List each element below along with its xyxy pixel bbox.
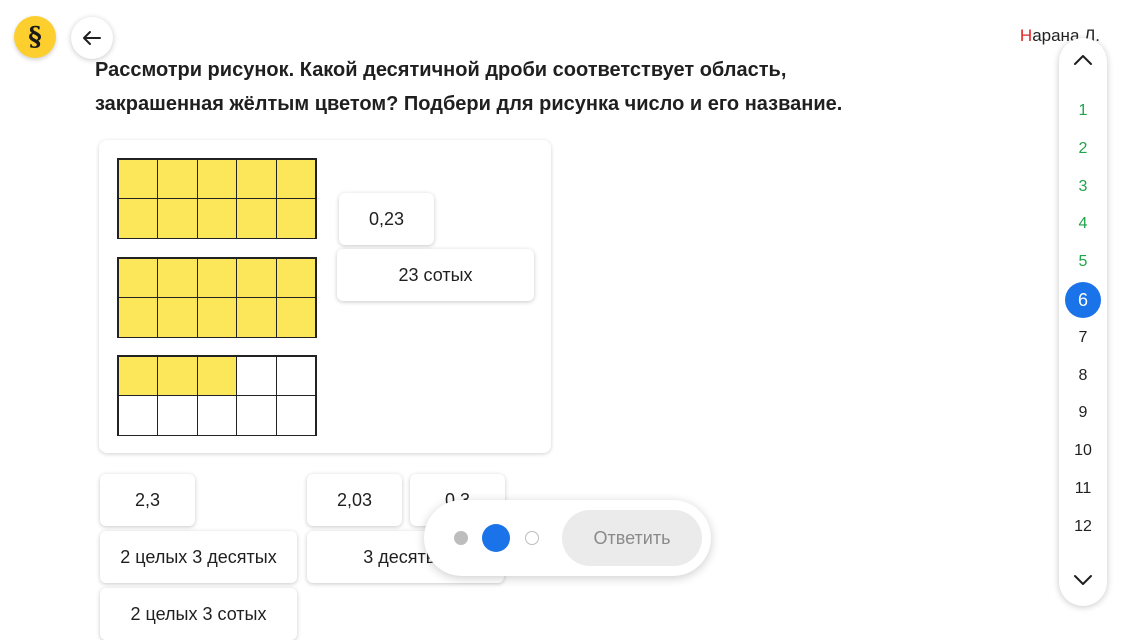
step-dot xyxy=(454,531,468,545)
arrow-left-icon xyxy=(83,31,101,45)
option-chip[interactable]: 2 целых 3 сотых xyxy=(100,588,297,640)
hundred-grid xyxy=(117,355,317,436)
grid-cell-filled xyxy=(196,355,238,396)
answer-bar: Ответить xyxy=(424,500,711,576)
chevron-down-icon xyxy=(1074,575,1092,585)
logo-glyph: § xyxy=(28,22,42,52)
grid-cell-empty xyxy=(275,395,317,436)
option-chip[interactable]: 2 целых 3 десятых xyxy=(100,531,297,583)
grid-cell-empty xyxy=(236,395,277,436)
submit-answer-button[interactable]: Ответить xyxy=(562,510,702,566)
grid-cell-filled xyxy=(236,297,277,338)
grid-cell-filled xyxy=(157,158,198,199)
grid-cell-filled xyxy=(117,297,159,338)
grid-cell-empty xyxy=(236,355,277,396)
grid-cell-filled xyxy=(117,257,159,298)
grid-cell-filled xyxy=(157,257,198,298)
grid-cell-filled xyxy=(196,158,238,199)
grid-cell-empty xyxy=(157,395,198,436)
grid-cell-filled xyxy=(196,198,238,239)
grid-cell-filled xyxy=(275,297,317,338)
grid-cell-empty xyxy=(117,395,159,436)
grid-cell-filled xyxy=(236,198,277,239)
question-nav-item-8[interactable]: 8 xyxy=(1065,358,1101,394)
question-nav-item-6[interactable]: 6 xyxy=(1065,282,1101,318)
grid-cell-filled xyxy=(236,257,277,298)
user-name-initial: Н xyxy=(1019,26,1033,45)
grid-cell-filled xyxy=(275,158,317,199)
grid-cell-empty xyxy=(196,395,238,436)
question-nav: 1 2 3 4 5 6 7 8 9 10 11 12 xyxy=(1059,38,1107,606)
grid-cell-filled xyxy=(236,158,277,199)
grid-cell-empty xyxy=(275,355,317,396)
question-nav-item-2[interactable]: 2 xyxy=(1065,131,1101,167)
figure-card: 0,23 23 сотых xyxy=(99,140,551,453)
grid-cell-filled xyxy=(117,198,159,239)
question-nav-item-10[interactable]: 10 xyxy=(1065,433,1101,469)
question-nav-item-5[interactable]: 5 xyxy=(1065,244,1101,280)
grid-cell-filled xyxy=(275,198,317,239)
question-nav-item-4[interactable]: 4 xyxy=(1065,206,1101,242)
grid-cell-filled xyxy=(196,257,238,298)
question-nav-item-9[interactable]: 9 xyxy=(1065,395,1101,431)
grid-cell-filled xyxy=(117,158,159,199)
question-nav-item-12[interactable]: 12 xyxy=(1065,509,1101,545)
grid-cell-filled xyxy=(157,355,198,396)
question-text: Рассмотри рисунок. Какой десятичной дроб… xyxy=(95,59,843,115)
chevron-up-icon xyxy=(1074,55,1092,65)
nav-up-button[interactable] xyxy=(1059,40,1107,80)
step-dot xyxy=(525,531,539,545)
question-nav-item-7[interactable]: 7 xyxy=(1065,320,1101,356)
grid-cell-filled xyxy=(157,198,198,239)
logo: § xyxy=(14,16,56,58)
question-nav-item-1[interactable]: 1 xyxy=(1065,93,1101,129)
option-chip[interactable]: 2,3 xyxy=(100,474,195,526)
grid-cell-filled xyxy=(157,297,198,338)
question-nav-item-3[interactable]: 3 xyxy=(1065,169,1101,205)
grid-cell-filled xyxy=(275,257,317,298)
grid-cell-filled xyxy=(117,355,159,396)
hundred-grid xyxy=(117,158,317,239)
nav-down-button[interactable] xyxy=(1059,560,1107,600)
hundred-grid xyxy=(117,257,317,338)
placed-answer-chip[interactable]: 0,23 xyxy=(339,193,434,245)
step-dot-active xyxy=(482,524,510,552)
placed-answer-chip[interactable]: 23 сотых xyxy=(337,249,534,301)
grid-cell-filled xyxy=(196,297,238,338)
question-nav-item-11[interactable]: 11 xyxy=(1065,471,1101,507)
option-chip[interactable]: 2,03 xyxy=(307,474,402,526)
